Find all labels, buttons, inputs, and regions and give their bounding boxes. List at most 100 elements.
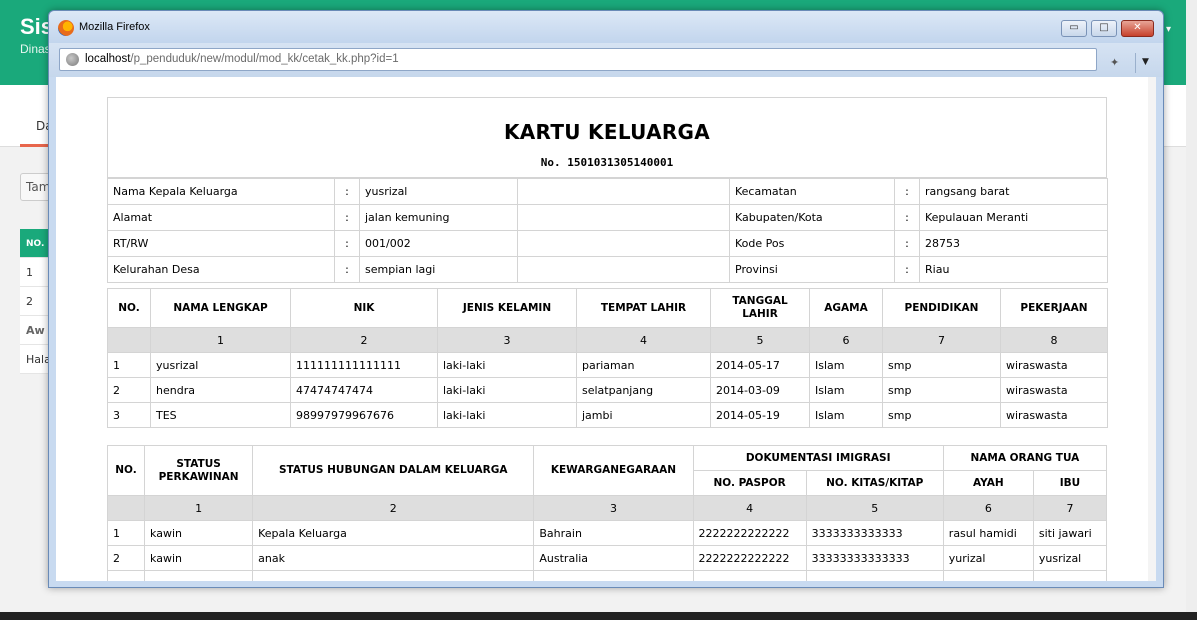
column-header: NO. (107, 288, 151, 328)
column-number-cell: 4 (692, 495, 807, 521)
info-colon: : (334, 230, 360, 257)
table-cell: Australia (533, 545, 694, 571)
family-info-table: Nama Kepala Keluarga: yusrizal Kecamatan: r… (107, 178, 1108, 283)
table-cell: siti jawari (1032, 520, 1108, 546)
column-header: PEKERJAAN (1000, 288, 1108, 328)
table-cell: TES (150, 402, 291, 428)
info-row: Alamat: jalan kemuning Kabupaten/Kota: Kepu… (107, 204, 1108, 231)
table-cell: Islam (809, 402, 883, 428)
info-value: rangsang barat (919, 178, 1108, 205)
table-cell: 2222222222222 (692, 520, 807, 546)
column-header: STATUS PERKAWINAN (144, 445, 254, 496)
column-number-cell: 6 (809, 327, 883, 353)
info-label: RT/RW (107, 230, 335, 257)
column-group-header: NAMA ORANG TUA (942, 445, 1108, 471)
url-host: localhost (85, 53, 131, 65)
table-cell: 3 (107, 402, 151, 428)
table-cell: yurizal (942, 545, 1034, 571)
table-cell: 33333333333333 (805, 545, 944, 571)
background-nav-item[interactable]: Da (20, 85, 53, 147)
info-value: yusrizal (359, 178, 518, 205)
info-label: Alamat (107, 204, 335, 231)
background-dropdown-icon[interactable]: ▾ (1166, 24, 1171, 35)
info-spacer (517, 256, 730, 283)
column-header: PENDIDIKAN (882, 288, 1001, 328)
info-colon: : (334, 178, 360, 205)
table-cell: wiraswasta (1000, 377, 1108, 403)
table-cell: selatpanjang (576, 377, 711, 403)
info-row: RT/RW:001/002 Kode Pos:28753 (107, 230, 1108, 257)
table-cell (252, 570, 535, 581)
table-cell: 111111111111111 (290, 352, 438, 378)
column-number-cell: 4 (576, 327, 711, 353)
window-titlebar[interactable]: Mozilla Firefox ▭ □ ✕ (49, 11, 1163, 43)
column-number-cell: 2 (252, 495, 535, 521)
column-number-cell: 3 (533, 495, 694, 521)
column-header: NIK (290, 288, 438, 328)
document-number: No. 1501031305140001 (540, 156, 674, 169)
table-cell (144, 570, 254, 581)
table-cell: kawin (144, 520, 254, 546)
table-cell: pariaman (576, 352, 711, 378)
table-row (106, 570, 1108, 581)
info-spacer (517, 178, 730, 205)
table-cell (533, 570, 694, 581)
globe-icon (66, 53, 79, 66)
column-number-cell: 7 (1032, 495, 1108, 521)
firefox-logo-icon (58, 20, 74, 36)
table-cell: 1 (106, 520, 146, 546)
table-cell: 2 (107, 377, 151, 403)
table-cell (942, 570, 1034, 581)
column-number-cell: 7 (882, 327, 1001, 353)
info-spacer (517, 204, 730, 231)
content-scrollbar[interactable] (1148, 77, 1156, 581)
column-number-cell: 2 (290, 327, 438, 353)
table-row: 2 kawin anak Australia 2222222222222 33333333… (106, 545, 1108, 571)
info-label: Nama Kepala Keluarga (107, 178, 335, 205)
table-cell: 1 (107, 352, 151, 378)
column-header: TANGGAL LAHIR (710, 288, 810, 328)
table-cell: jambi (576, 402, 711, 428)
table-cell: Islam (809, 352, 883, 378)
table-cell (106, 570, 146, 581)
addon-puzzle-icon[interactable]: ✦ (1110, 56, 1124, 69)
background-footer (0, 612, 1197, 620)
info-row: Nama Kepala Keluarga: yusrizal Kecamatan: r… (107, 178, 1108, 205)
column-header: NAMA LENGKAP (150, 288, 291, 328)
kartu-keluarga-document: KARTU KELUARGA No. 1501031305140001 Nama… (106, 97, 1108, 581)
info-spacer (517, 230, 730, 257)
column-header: NO. (106, 445, 146, 496)
column-number-cell: 1 (150, 327, 291, 353)
navigation-toolbar: localhost/p_penduduk/new/modul/mod_kk/ce… (49, 43, 1163, 77)
column-number-cell: 8 (1000, 327, 1108, 353)
close-button[interactable]: ✕ (1121, 20, 1154, 37)
column-number-row: 1234567 (106, 495, 1108, 521)
column-header: AYAH (942, 470, 1034, 496)
info-colon: : (894, 204, 920, 231)
maximize-button[interactable]: □ (1091, 20, 1117, 37)
table-cell: 47474747474 (290, 377, 438, 403)
info-value: 001/002 (359, 230, 518, 257)
url-bar[interactable]: localhost/p_penduduk/new/modul/mod_kk/ce… (59, 48, 1097, 71)
table-cell: smp (882, 352, 1001, 378)
info-colon: : (894, 178, 920, 205)
table-cell: 2 (106, 545, 146, 571)
minimize-button[interactable]: ▭ (1061, 20, 1087, 37)
table-cell: hendra (150, 377, 291, 403)
info-value: sempian lagi (359, 256, 518, 283)
background-scrollbar[interactable] (1186, 0, 1197, 612)
table-cell: 2014-05-17 (710, 352, 810, 378)
table-cell: laki-laki (437, 402, 577, 428)
menu-dropdown-icon[interactable]: ▼ (1135, 53, 1155, 73)
column-header: AGAMA (809, 288, 883, 328)
table-cell: 2014-05-19 (710, 402, 810, 428)
url-text[interactable]: localhost/p_penduduk/new/modul/mod_kk/ce… (85, 53, 399, 65)
table-cell: yusrizal (1032, 545, 1108, 571)
table-row: 3 TES 98997979967676 laki-laki jambi 2014-05-… (107, 402, 1108, 428)
url-path: /p_penduduk/new/modul/mod_kk/cetak_kk.ph… (130, 53, 399, 65)
info-value: Kepulauan Meranti (919, 204, 1108, 231)
column-header: JENIS KELAMIN (437, 288, 577, 328)
table-cell: laki-laki (437, 352, 577, 378)
column-header: KEWARGANEGARAAN (533, 445, 694, 496)
table-cell: anak (252, 545, 535, 571)
